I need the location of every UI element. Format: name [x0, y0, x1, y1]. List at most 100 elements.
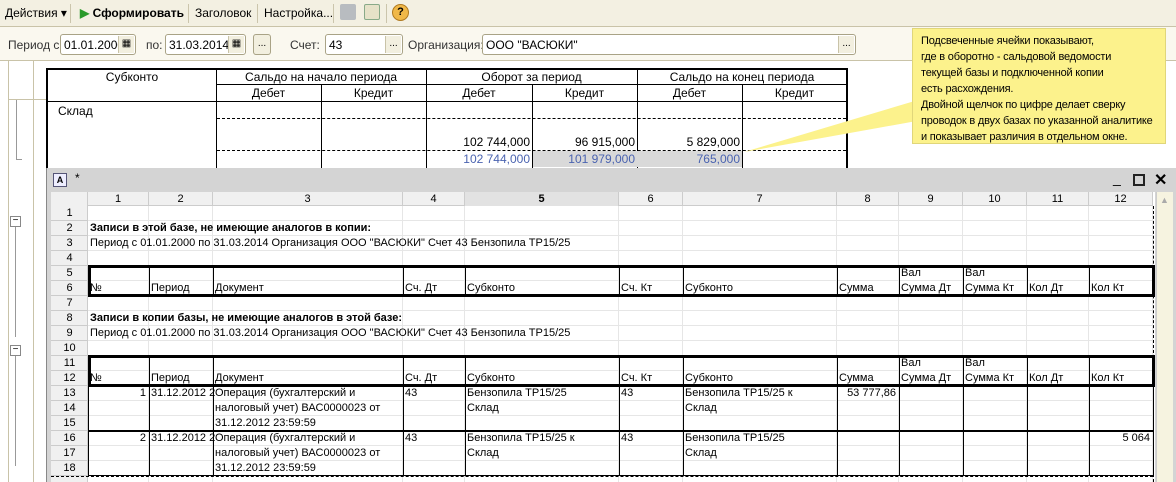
sheet-cell[interactable]: Кол Кт — [1089, 371, 1124, 386]
sheet-cell[interactable]: Склад — [683, 446, 717, 461]
sheet-cell[interactable]: Документ — [213, 371, 264, 386]
row-header[interactable]: 1 — [51, 206, 88, 221]
sheet-cell[interactable]: Период с 01.01.2000 по 31.03.2014 Органи… — [88, 326, 570, 341]
header-button[interactable]: Заголовок — [195, 6, 251, 20]
sheet-cell[interactable]: Бензопила ТР15/25 — [465, 386, 567, 401]
sheet-cell[interactable]: Сумма Кт — [963, 281, 1014, 296]
save-settings-icon[interactable] — [364, 4, 380, 20]
row-label-sklad[interactable]: Склад — [58, 104, 93, 118]
sheet-cell[interactable]: Вал — [899, 356, 921, 371]
copy-closing-debit-value[interactable]: 765,000 — [637, 152, 740, 166]
row-header[interactable]: 4 — [51, 251, 88, 266]
row-header[interactable]: 15 — [51, 416, 88, 431]
sheet-cell[interactable]: Кол Кт — [1089, 281, 1124, 296]
sheet-cell[interactable]: Сумма — [837, 371, 874, 386]
column-header[interactable]: 6 — [619, 192, 683, 206]
sheet-cell[interactable]: Субконто — [465, 281, 515, 296]
org-select-button[interactable]: ... — [838, 36, 854, 53]
column-header[interactable]: 9 — [899, 192, 963, 206]
sheet-cell[interactable]: Операция (бухгалтерский и — [213, 386, 355, 401]
row-header[interactable]: 9 — [51, 326, 88, 341]
row-header[interactable]: 13 — [51, 386, 88, 401]
column-header[interactable]: 12 — [1089, 192, 1153, 206]
column-header[interactable]: 5 — [465, 192, 619, 206]
turnover-credit-value[interactable]: 96 915,000 — [532, 135, 635, 149]
sheet-cell[interactable]: Сч. Кт — [619, 371, 652, 386]
sheet-cell[interactable]: Сч. Кт — [619, 281, 652, 296]
row-header[interactable]: 2 — [51, 221, 88, 236]
sheet-cell[interactable]: Период — [149, 281, 190, 296]
sheet-cell[interactable]: Вал — [963, 266, 985, 281]
sheet-cell[interactable]: 31.12.2012 2 — [149, 431, 215, 446]
run-button[interactable]: ▶ Сформировать — [80, 6, 184, 20]
period-select-button[interactable]: ... — [253, 34, 271, 55]
row-header[interactable]: 8 — [51, 311, 88, 326]
row-header[interactable]: 18 — [51, 461, 88, 476]
row-header[interactable]: 16 — [51, 431, 88, 446]
column-header[interactable]: 11 — [1027, 192, 1089, 206]
sheet-cell[interactable]: Склад — [465, 401, 499, 416]
collapse-group-button[interactable]: − — [10, 216, 21, 227]
org-input[interactable]: ООО "ВАСЮКИ"... — [482, 34, 856, 55]
scroll-up-arrow[interactable]: ▲ — [1160, 195, 1169, 205]
sheet-cell[interactable]: Сумма Дт — [899, 371, 951, 386]
maximize-button[interactable] — [1133, 174, 1145, 186]
sheet-cell[interactable]: Период — [149, 371, 190, 386]
sheet-cell[interactable]: 1 — [88, 386, 149, 401]
row-header[interactable]: 17 — [51, 446, 88, 461]
help-icon[interactable]: ? — [392, 4, 409, 21]
sheet-cell[interactable]: Бензопила ТР15/25 к — [683, 386, 793, 401]
spreadsheet-grid[interactable]: 1 2 3 4 5 6 7 8 9 10 11 12 1 2 3 4 5 6 7 8 9 10 11 12 13 14 15 16 17… — [51, 192, 1155, 482]
collapse-group-button[interactable]: − — [10, 345, 21, 356]
sheet-cell[interactable]: Документ — [213, 281, 264, 296]
period-to-input[interactable]: 31.03.2014 ▦ — [165, 34, 246, 55]
turnover-debit-value[interactable]: 102 744,000 — [426, 135, 530, 149]
sheet-cell[interactable]: Операция (бухгалтерский и — [213, 431, 355, 446]
actions-menu[interactable]: Действия ▾ — [5, 6, 67, 20]
sheet-cell[interactable]: № — [88, 371, 102, 386]
calendar-icon[interactable]: ▦ — [228, 36, 244, 53]
closing-debit-value[interactable]: 5 829,000 — [637, 135, 740, 149]
sheet-cell[interactable]: 43 — [619, 431, 633, 446]
sheet-cell[interactable]: 31.12.2012 23:59:59 — [213, 416, 316, 431]
sheet-cell[interactable]: 31.12.2012 2 — [149, 386, 215, 401]
row-header[interactable]: 11 — [51, 356, 88, 371]
sheet-cell[interactable]: Сч. Дт — [403, 281, 437, 296]
sheet-cell[interactable]: Вал — [963, 356, 985, 371]
sheet-cell[interactable]: Бензопила ТР15/25 к — [465, 431, 575, 446]
copy-turnover-credit-value[interactable]: 101 979,000 — [532, 152, 635, 166]
sheet-cell[interactable]: Сумма — [837, 281, 874, 296]
sheet-cell[interactable]: 43 — [403, 431, 417, 446]
column-header[interactable]: 4 — [403, 192, 465, 206]
column-header[interactable]: 8 — [837, 192, 899, 206]
column-header[interactable]: 7 — [683, 192, 837, 206]
row-header[interactable]: 14 — [51, 401, 88, 416]
account-select-button[interactable]: ... — [385, 36, 401, 53]
row-header[interactable]: 12 — [51, 371, 88, 386]
close-button[interactable]: ✕ — [1154, 170, 1167, 190]
sheet-cell[interactable]: Сч. Дт — [403, 371, 437, 386]
row-header[interactable]: 6 — [51, 281, 88, 296]
sheet-cell[interactable]: 43 — [403, 386, 417, 401]
sheet-cell[interactable]: № — [88, 281, 102, 296]
sheet-cell[interactable]: 43 — [619, 386, 633, 401]
row-header[interactable]: 3 — [51, 236, 88, 251]
sheet-cell[interactable]: Кол Дт — [1027, 281, 1063, 296]
sheet-cell[interactable]: Записи в этой базе, не имеющие аналогов … — [88, 221, 371, 236]
sheet-cell[interactable]: Склад — [465, 446, 499, 461]
row-header[interactable]: 10 — [51, 341, 88, 356]
sheet-cell[interactable]: налоговый учет) ВАС0000023 от — [213, 401, 380, 416]
sheet-cell[interactable]: 31.12.2012 23:59:59 — [213, 461, 316, 476]
column-header[interactable]: 2 — [149, 192, 213, 206]
column-header[interactable]: 1 — [88, 192, 149, 206]
load-settings-icon[interactable] — [340, 4, 356, 20]
sheet-cell[interactable]: 2 — [88, 431, 149, 446]
sheet-cell[interactable]: Субконто — [465, 371, 515, 386]
sheet-cell[interactable]: налоговый учет) ВАС0000023 от — [213, 446, 380, 461]
copy-turnover-debit-value[interactable]: 102 744,000 — [426, 152, 530, 166]
sheet-cell[interactable]: Склад — [683, 401, 717, 416]
settings-button[interactable]: Настройка... — [264, 6, 333, 20]
column-header[interactable]: 3 — [213, 192, 403, 206]
sheet-cell[interactable]: Субконто — [683, 281, 733, 296]
calendar-icon[interactable]: ▦ — [118, 36, 134, 53]
